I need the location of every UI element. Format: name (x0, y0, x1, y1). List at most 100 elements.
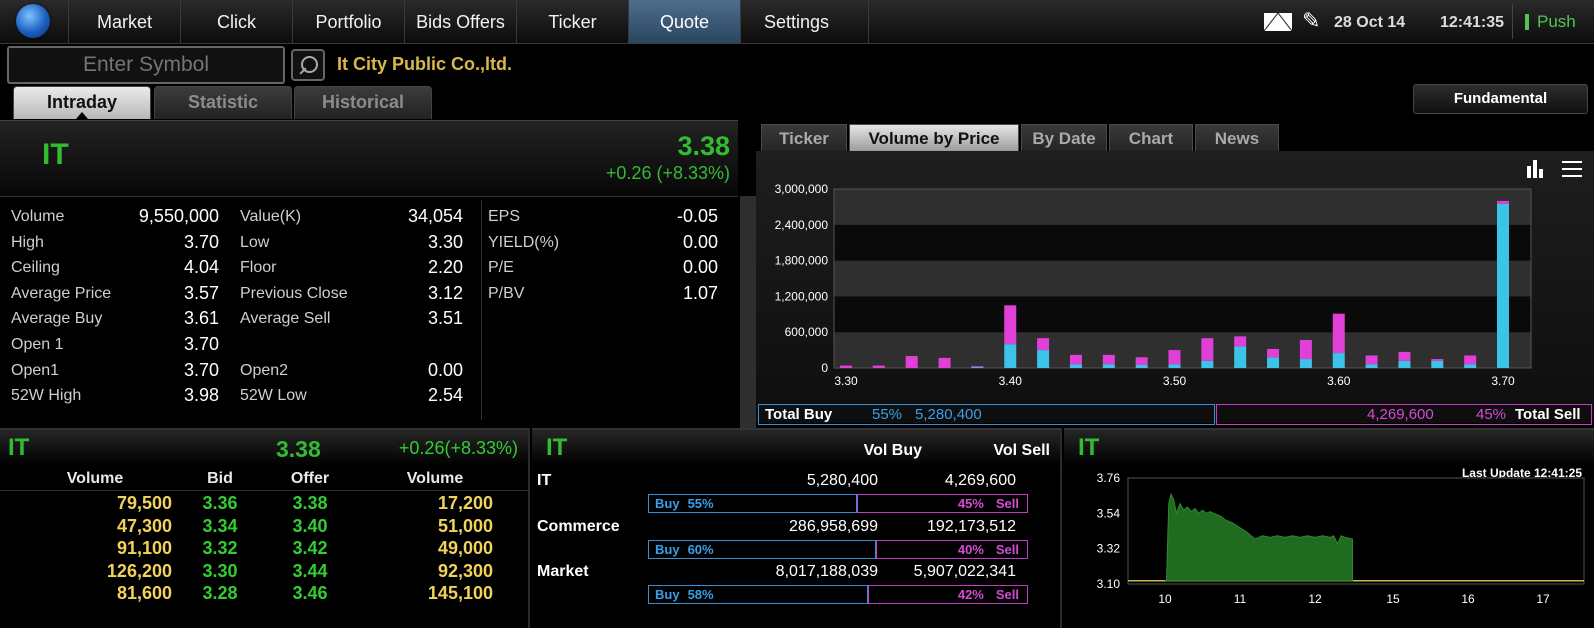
mini-x-tick-label: 17 (1536, 592, 1550, 606)
mini-x-tick-label: 11 (1234, 592, 1247, 606)
bid-offer-row[interactable]: 47,300 3.34 3.40 51,000 (0, 516, 530, 538)
total-sell-pct: 45% (1476, 406, 1507, 423)
total-buy-label: Total Buy (765, 406, 833, 423)
stat-label: Volume (11, 208, 65, 225)
tab-news[interactable]: News (1195, 124, 1279, 152)
symbol-search-input[interactable] (7, 46, 285, 84)
bid-offer-row[interactable]: 79,500 3.36 3.38 17,200 (0, 493, 530, 515)
mini-y-tick-label: 3.10 (1097, 577, 1121, 591)
volume-bar-sell[interactable] (1365, 355, 1378, 365)
volume-bar-sell[interactable] (1004, 305, 1017, 345)
app-logo-icon[interactable] (16, 4, 50, 38)
tab-chart[interactable]: Chart (1109, 124, 1193, 152)
volume-bar-sell[interactable] (872, 365, 885, 368)
volume-bar-sell[interactable] (1299, 339, 1312, 360)
buy-word: Buy (655, 587, 680, 602)
volume-bar-sell[interactable] (1037, 338, 1050, 351)
offer-price: 3.44 (292, 560, 328, 581)
vol-row-sell: 5,907,022,341 (913, 563, 1016, 580)
stat-value: 3.70 (183, 359, 219, 380)
volume-bar-sell[interactable] (1267, 348, 1280, 358)
volume-bar-buy[interactable] (1037, 350, 1050, 368)
bid-offer-last: 3.38 (276, 436, 321, 462)
mail-icon[interactable] (1264, 13, 1292, 31)
stat-label: EPS (488, 208, 521, 225)
sell-word: Sell (995, 587, 1019, 602)
volume-bar-buy[interactable] (1365, 364, 1378, 368)
volume-bar-buy[interactable] (1069, 364, 1082, 368)
stat-value: 2.54 (427, 385, 463, 406)
volume-bar-buy[interactable] (1332, 353, 1345, 368)
bar-chart-icon[interactable] (1525, 160, 1545, 178)
volume-bar-buy[interactable] (1135, 365, 1148, 368)
buy-pct: 55% (687, 496, 714, 511)
buy-ratio: Buy 55% (648, 494, 857, 513)
pen-icon[interactable]: ✎ (1302, 10, 1320, 32)
tab-ticker[interactable]: Ticker (761, 124, 847, 152)
push-button[interactable]: Push (1512, 4, 1590, 39)
stat-label: Previous Close (240, 284, 348, 302)
volume-bar-buy[interactable] (1464, 364, 1477, 368)
quote-symbol: IT (42, 138, 69, 171)
menu-icon[interactable] (1562, 161, 1582, 177)
buy-sell-ratio-bar: Buy 55% 45% Sell (648, 494, 1028, 513)
volume-bar-sell[interactable] (938, 357, 951, 368)
nav-settings[interactable]: Settings (740, 0, 852, 43)
volume-bar-sell[interactable] (1398, 351, 1411, 361)
volume-bar-buy[interactable] (1398, 360, 1411, 368)
x-tick-label: 3.70 (1491, 374, 1515, 388)
volume-bar-sell[interactable] (1332, 313, 1345, 354)
search-icon[interactable] (291, 49, 325, 81)
volume-bar-sell[interactable] (905, 356, 918, 368)
stat-value: 3.12 (427, 282, 463, 303)
volume-bar-buy[interactable] (1234, 346, 1247, 368)
tab-by-date[interactable]: By Date (1021, 124, 1107, 152)
nav-quote[interactable]: Quote (628, 0, 740, 43)
volume-bar-sell[interactable] (840, 365, 852, 368)
total-buy-volume: 5,280,400 (915, 406, 982, 423)
buy-ratio: Buy 60% (648, 539, 876, 559)
nav-portfolio[interactable]: Portfolio (292, 0, 404, 43)
volume-bar-sell[interactable] (1135, 357, 1148, 366)
bid-offer-divider (0, 490, 530, 491)
volume-bar-sell[interactable] (1234, 336, 1247, 347)
volume-bar-buy[interactable] (1004, 344, 1017, 368)
volume-bar-sell[interactable] (1464, 355, 1477, 365)
volume-bar-buy[interactable] (1497, 203, 1509, 368)
volume-bar-sell[interactable] (1497, 200, 1509, 204)
volume-bar-sell[interactable] (1168, 350, 1181, 365)
y-tick-label: 2,400,000 (775, 218, 829, 232)
volume-bar-sell[interactable] (1431, 359, 1444, 361)
volume-bar-sell[interactable] (1201, 338, 1214, 361)
bid-offer-row[interactable]: 81,600 3.28 3.46 145,100 (0, 583, 530, 605)
buy-ratio: Buy 58% (648, 585, 868, 604)
volume-bar-buy[interactable] (1299, 359, 1312, 368)
mini-x-tick-label: 16 (1461, 592, 1475, 606)
total-buy-pct: 55% (872, 406, 903, 423)
mini-x-tick-label: 10 (1158, 592, 1172, 606)
bid-offer-row[interactable]: 126,200 3.30 3.44 92,300 (0, 561, 530, 583)
nav-market[interactable]: Market (68, 0, 180, 43)
volume-bar-sell[interactable] (1069, 354, 1082, 365)
volume-bar-buy[interactable] (1168, 364, 1181, 368)
bid-offer-row[interactable]: 91,100 3.32 3.42 49,000 (0, 538, 530, 560)
sell-pct: 40% (957, 541, 984, 557)
tab-statistic[interactable]: Statistic (154, 86, 292, 119)
tab-historical[interactable]: Historical (294, 86, 432, 119)
fundamental-button[interactable]: Fundamental (1413, 84, 1588, 114)
volume-bar-sell[interactable] (971, 366, 984, 368)
volume-bar-buy[interactable] (1267, 357, 1280, 368)
tab-volume-by-price[interactable]: Volume by Price (849, 124, 1019, 152)
volume-bar-buy[interactable] (1201, 360, 1214, 368)
col-bid-volume: Volume (66, 470, 124, 487)
stat-label: Average Sell (240, 310, 331, 328)
stats-scrollbar[interactable] (740, 196, 756, 428)
volume-bar-buy[interactable] (1102, 364, 1115, 368)
nav-ticker[interactable]: Ticker (516, 0, 628, 43)
volume-bar-sell[interactable] (1102, 354, 1115, 365)
x-tick-label: 3.50 (1163, 374, 1187, 388)
volume-bar-buy[interactable] (1431, 360, 1444, 368)
sell-pct: 45% (957, 496, 984, 511)
nav-bids-offers[interactable]: Bids Offers (404, 0, 516, 43)
nav-click[interactable]: Click (180, 0, 292, 43)
